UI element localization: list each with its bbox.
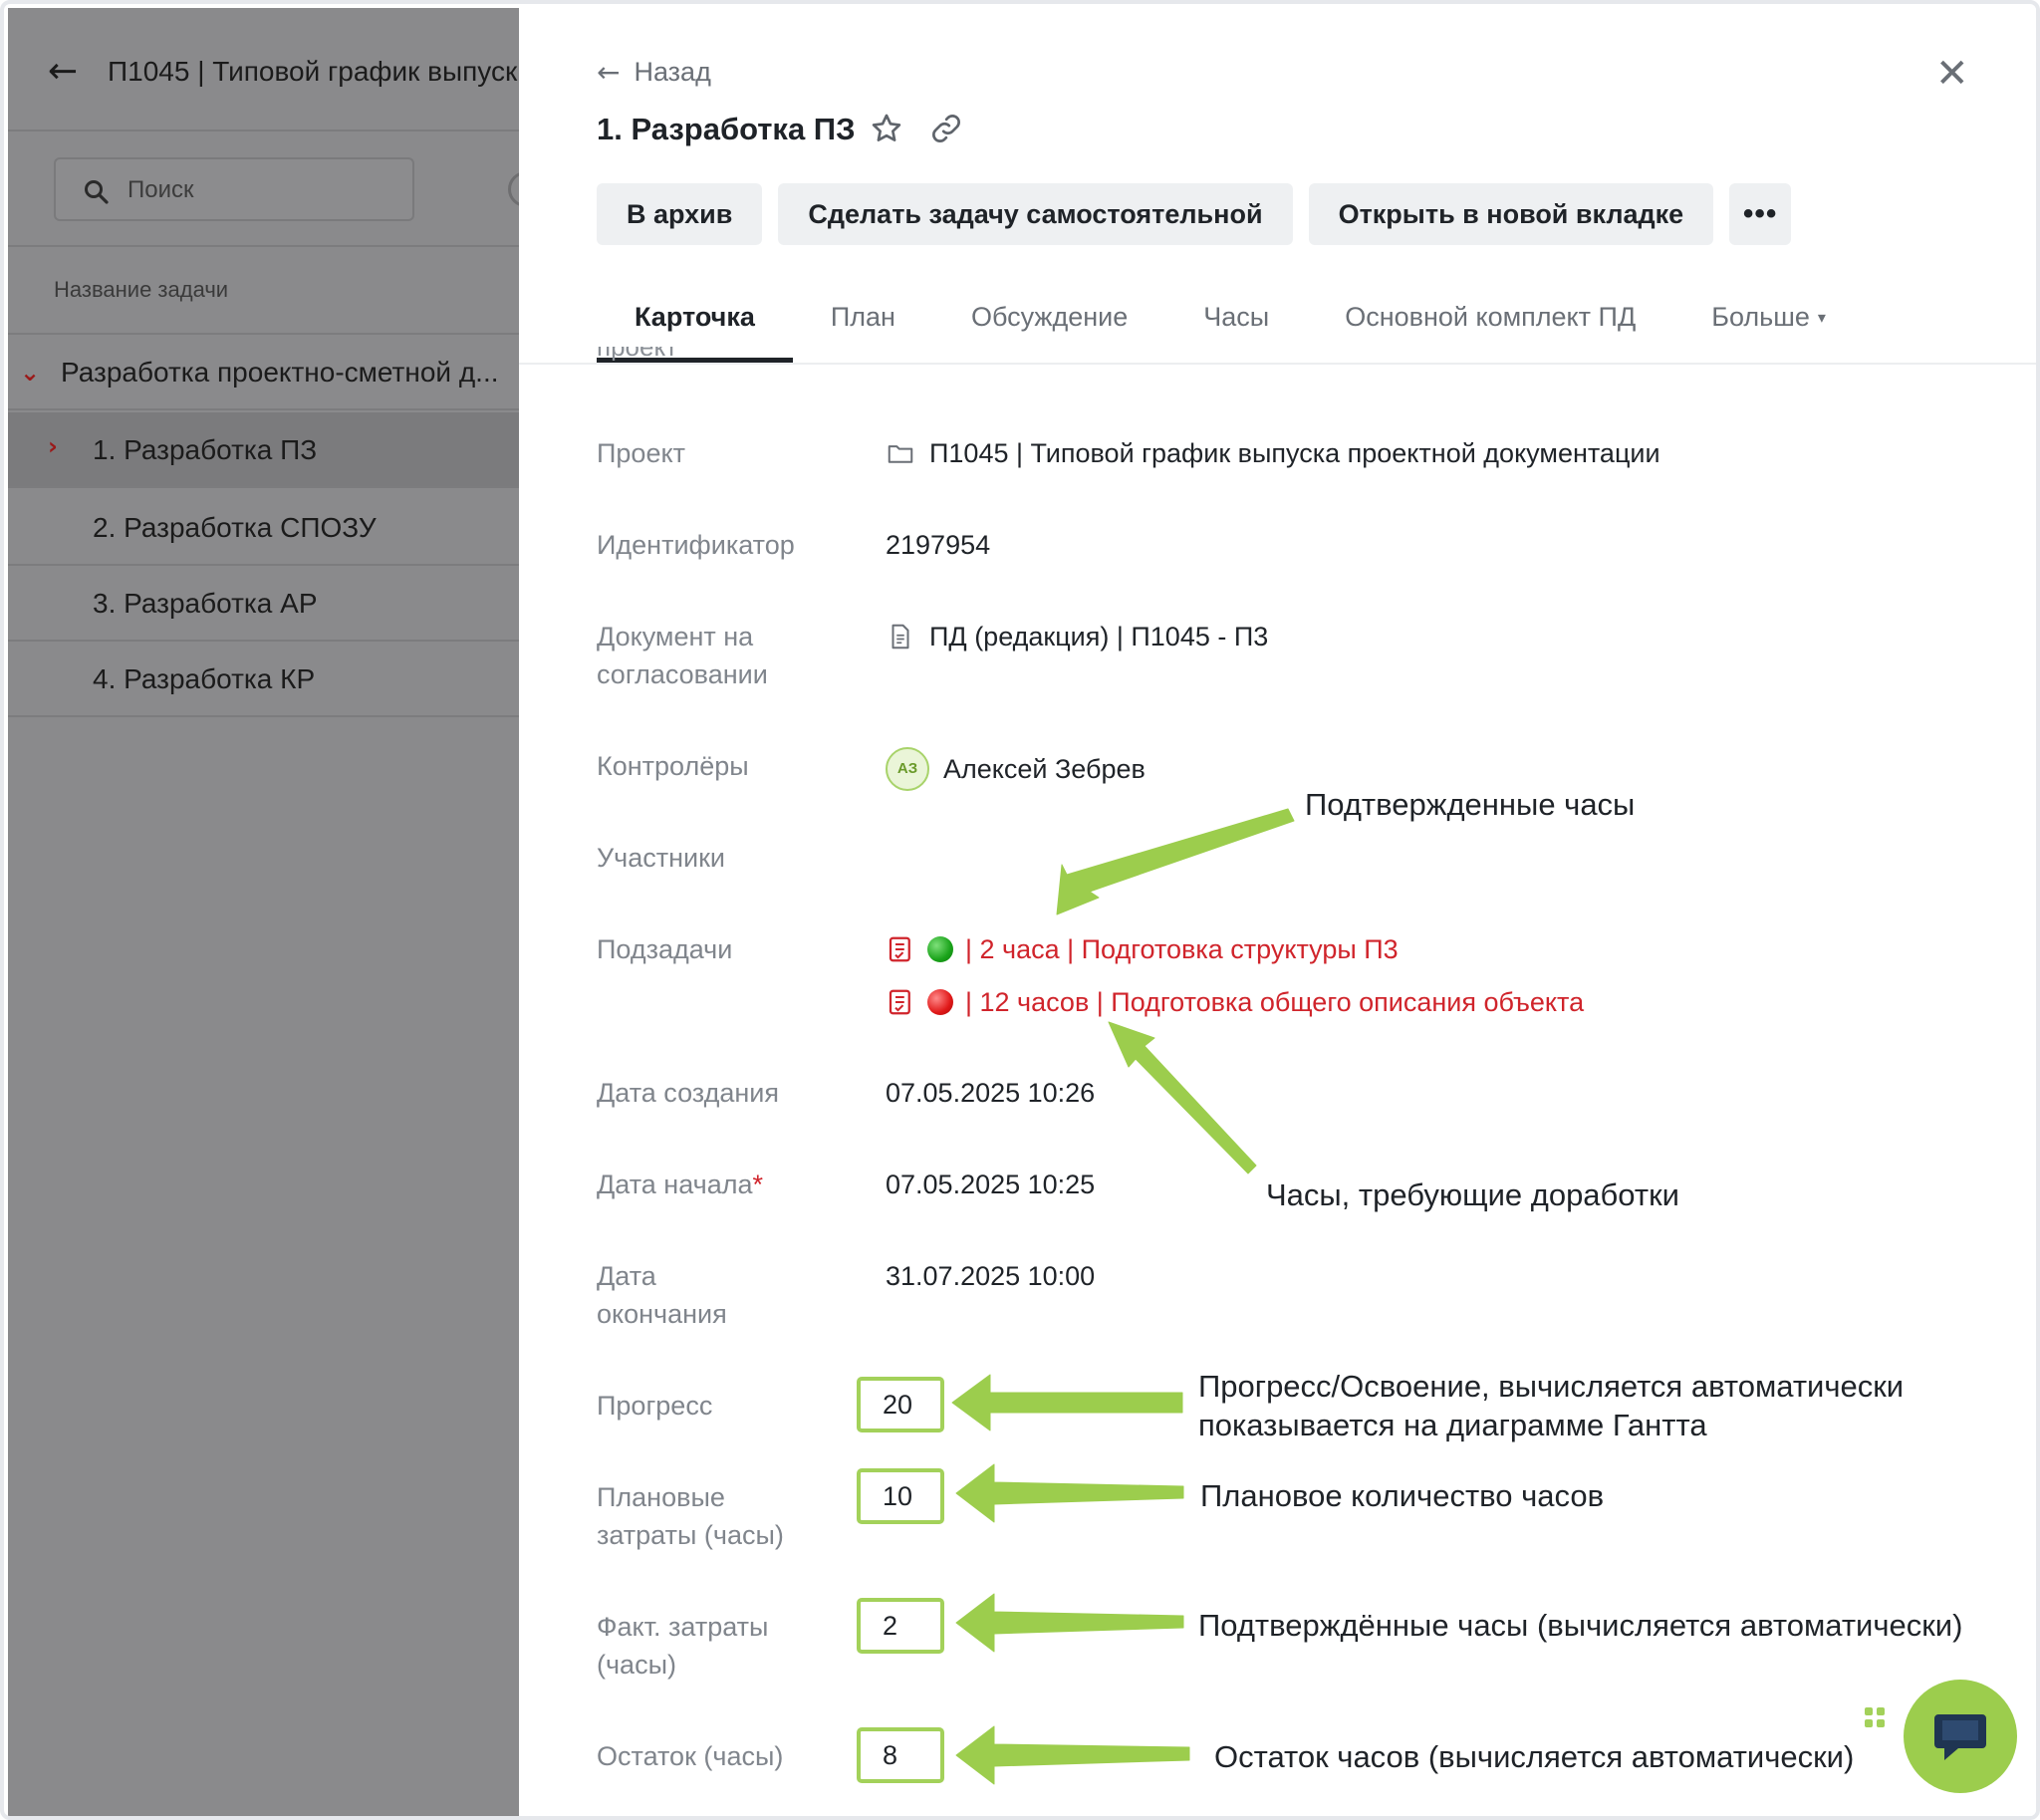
chevron-right-icon[interactable]: › (48, 432, 58, 460)
annotation-remaining-auto: Остаток часов (вычисляется автоматически… (1214, 1739, 1855, 1774)
task-list-panel: ← П1045 | Типовой график выпуска Названи… (8, 8, 519, 1816)
left-header: ← П1045 | Типовой график выпуска (8, 8, 519, 131)
search-icon (85, 180, 109, 204)
annotation-planned-hours: Плановое количество часов (1200, 1478, 1605, 1513)
annotation-confirmed-hours: Подтвержденные часы (1305, 787, 1636, 822)
tree-row-label: Разработка проектно-сметной д... (61, 357, 499, 388)
drag-handle-icon[interactable] (1863, 1705, 1889, 1741)
tree-row[interactable]: 4. Разработка КР (8, 642, 519, 717)
chat-button[interactable] (1904, 1680, 2017, 1793)
search-input[interactable] (128, 171, 396, 209)
toggle-circle-icon[interactable] (508, 171, 519, 207)
task-card-panel: ← Назад ✕ 1. Разработка ПЗ В архив Сдела… (519, 8, 2036, 1816)
arrow-progress (951, 1374, 1183, 1431)
column-header-task-name: Название задачи (54, 277, 229, 302)
tree-row-label: 4. Разработка КР (93, 663, 316, 694)
annotation-progress-line1: Прогресс/Освоение, вычисляется автоматич… (1198, 1369, 1905, 1404)
arrow-remain-hours (955, 1725, 1190, 1785)
app-window: ← П1045 | Типовой график выпуска Названи… (0, 0, 2040, 1820)
tree-row[interactable]: 3. Разработка АР (8, 566, 519, 642)
tree-row-label: 3. Разработка АР (93, 588, 318, 619)
tree-row-active[interactable]: › 1. Разработка ПЗ (8, 412, 519, 488)
tree-row-label: 1. Разработка ПЗ (93, 434, 318, 465)
annotation-confirmed-auto: Подтверждённые часы (вычисляется автомат… (1198, 1608, 1963, 1643)
back-arrow-icon[interactable]: ← (48, 52, 78, 92)
annotation-progress-line2: показывается на диаграмме Гантта (1198, 1408, 1707, 1442)
search-row (8, 131, 519, 247)
arrow-confirmed-hours (1056, 808, 1295, 915)
project-title: П1045 | Типовой график выпуска (108, 56, 519, 87)
arrow-rework-hours (1108, 1021, 1257, 1174)
arrow-fact-hours (955, 1593, 1184, 1653)
tree-row-label: 2. Разработка СПОЗУ (93, 512, 377, 543)
chevron-down-icon[interactable]: ⌄ (20, 359, 40, 387)
annotation-rework-hours: Часы, требующие доработки (1266, 1177, 1679, 1212)
tree-row[interactable]: 2. Разработка СПОЗУ (8, 490, 519, 566)
chat-icon (1934, 1714, 1986, 1760)
search-box[interactable] (54, 157, 414, 221)
annotation-progress: Прогресс/Освоение, вычисляется автоматич… (1198, 1367, 1904, 1444)
annotation-arrows (951, 808, 1295, 1785)
arrow-plan-hours (955, 1463, 1184, 1523)
tree-row-parent[interactable]: ⌄ Разработка проектно-сметной д... (8, 335, 519, 410)
